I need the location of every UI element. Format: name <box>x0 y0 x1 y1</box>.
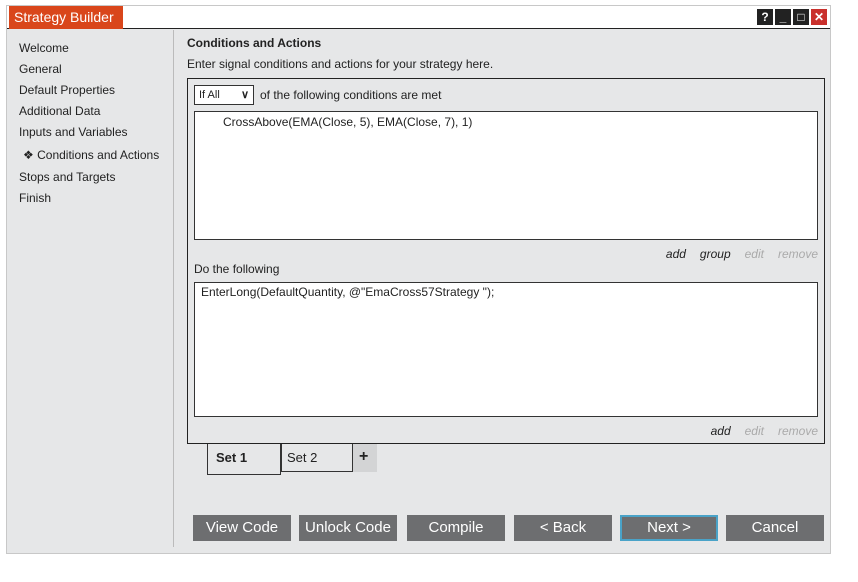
sidebar-item-general[interactable]: General <box>19 62 62 76</box>
conditions-list[interactable]: CrossAbove(EMA(Close, 5), EMA(Close, 7),… <box>194 111 818 240</box>
strategy-builder-window: Strategy Builder ? _ □ ✕ Welcome General… <box>6 5 831 554</box>
next-button[interactable]: Next > <box>620 515 718 541</box>
sidebar-item-welcome[interactable]: Welcome <box>19 41 69 55</box>
conditions-panel: If All ∨ of the following conditions are … <box>187 78 825 444</box>
actions-list[interactable]: EnterLong(DefaultQuantity, @"EmaCross57S… <box>194 282 818 417</box>
add-set-button[interactable]: + <box>353 444 377 472</box>
sidebar-item-conditions-actions[interactable]: ❖ Conditions and Actions <box>23 148 159 162</box>
add-condition-link[interactable]: add <box>666 247 686 261</box>
title-bar: Strategy Builder ? _ □ ✕ <box>7 6 830 29</box>
cancel-button[interactable]: Cancel <box>726 515 824 541</box>
condition-item[interactable]: CrossAbove(EMA(Close, 5), EMA(Close, 7),… <box>201 114 811 129</box>
page-subtitle: Enter signal conditions and actions for … <box>187 57 494 71</box>
sidebar-item-stops-targets[interactable]: Stops and Targets <box>19 170 116 184</box>
maximize-icon[interactable]: □ <box>793 9 809 25</box>
sidebar-item-inputs-variables[interactable]: Inputs and Variables <box>19 125 128 139</box>
compile-button[interactable]: Compile <box>407 515 505 541</box>
select-value: If All <box>199 89 220 101</box>
minimize-icon[interactable]: _ <box>775 9 791 25</box>
sidebar-item-additional-data[interactable]: Additional Data <box>19 104 100 118</box>
set-tabs: Set 1 Set 2 + <box>207 444 377 475</box>
edit-condition-link[interactable]: edit <box>745 247 764 261</box>
unlock-code-button[interactable]: Unlock Code <box>299 515 397 541</box>
edit-action-link[interactable]: edit <box>745 424 764 438</box>
condition-mode-select[interactable]: If All ∨ <box>194 85 254 105</box>
remove-action-link[interactable]: remove <box>778 424 818 438</box>
actions-label: Do the following <box>194 262 280 276</box>
add-action-link[interactable]: add <box>711 424 731 438</box>
tab-set-2[interactable]: Set 2 <box>281 444 353 472</box>
sidebar: Welcome General Default Properties Addit… <box>7 30 174 547</box>
chevron-down-icon: ∨ <box>240 89 249 101</box>
back-button[interactable]: < Back <box>514 515 612 541</box>
action-item[interactable]: EnterLong(DefaultQuantity, @"EmaCross57S… <box>201 285 811 299</box>
active-marker-icon: ❖ <box>23 148 34 162</box>
view-code-button[interactable]: View Code <box>193 515 291 541</box>
page-title: Conditions and Actions <box>187 36 322 50</box>
remove-condition-link[interactable]: remove <box>778 247 818 261</box>
tab-set-1[interactable]: Set 1 <box>207 444 281 475</box>
help-icon[interactable]: ? <box>757 9 773 25</box>
group-condition-link[interactable]: group <box>700 247 731 261</box>
close-icon[interactable]: ✕ <box>811 9 827 25</box>
sidebar-item-default-properties[interactable]: Default Properties <box>19 83 115 97</box>
condition-text: of the following conditions are met <box>260 88 442 102</box>
sidebar-item-label: Conditions and Actions <box>37 148 160 162</box>
sidebar-item-finish[interactable]: Finish <box>19 191 51 205</box>
window-title: Strategy Builder <box>9 6 123 29</box>
